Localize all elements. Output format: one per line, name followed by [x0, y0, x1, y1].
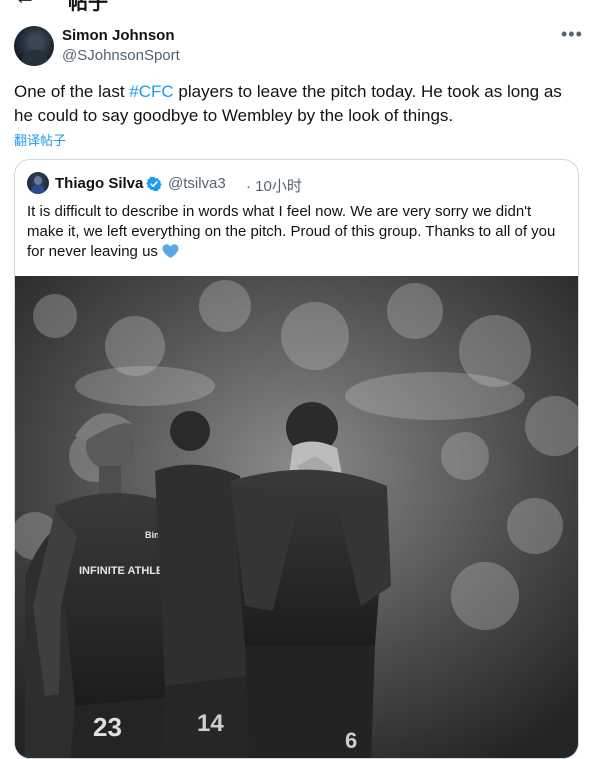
blue-heart-icon: [162, 244, 179, 259]
photo-illustration: INFINITE ATHLETE BingX 23 14 6: [15, 276, 578, 758]
shirt-number-left: 23: [93, 712, 122, 742]
translate-post-link[interactable]: 翻译帖子: [14, 130, 66, 149]
quote-timestamp: · 10小时: [246, 175, 302, 196]
tweet-text: One of the last #CFC players to leave th…: [14, 80, 582, 128]
shirt-number-center: 14: [197, 710, 224, 737]
shirt-number-right: 6: [345, 728, 357, 753]
hashtag-link[interactable]: #CFC: [129, 82, 173, 101]
top-bar: ← 帖子: [0, 0, 593, 14]
match-photo[interactable]: INFINITE ATHLETE BingX 23 14 6: [15, 276, 578, 758]
page-title: 帖子: [68, 0, 108, 14]
quote-author-name: Thiago Silva: [55, 175, 144, 192]
timestamp-separator: ·: [246, 178, 251, 195]
verified-badge-icon: [146, 176, 162, 192]
quote-body: It is difficult to describe in words wha…: [27, 203, 556, 260]
author-avatar[interactable]: [14, 26, 54, 66]
timestamp-value: 10小时: [255, 178, 302, 195]
quote-author-avatar: [27, 172, 49, 194]
quote-author-handle: @tsilva3: [168, 175, 226, 192]
quoted-tweet-card[interactable]: Thiago Silva @tsilva3 · 10小时 It is diffi…: [14, 159, 579, 759]
quote-text: It is difficult to describe in words wha…: [27, 202, 567, 262]
back-arrow-icon[interactable]: ←: [14, 0, 36, 10]
more-icon[interactable]: •••: [561, 24, 583, 45]
author-handle[interactable]: @SJohnsonSport: [62, 47, 180, 64]
tweet-text-start: One of the last: [14, 82, 130, 101]
author-name[interactable]: Simon Johnson: [62, 27, 175, 44]
